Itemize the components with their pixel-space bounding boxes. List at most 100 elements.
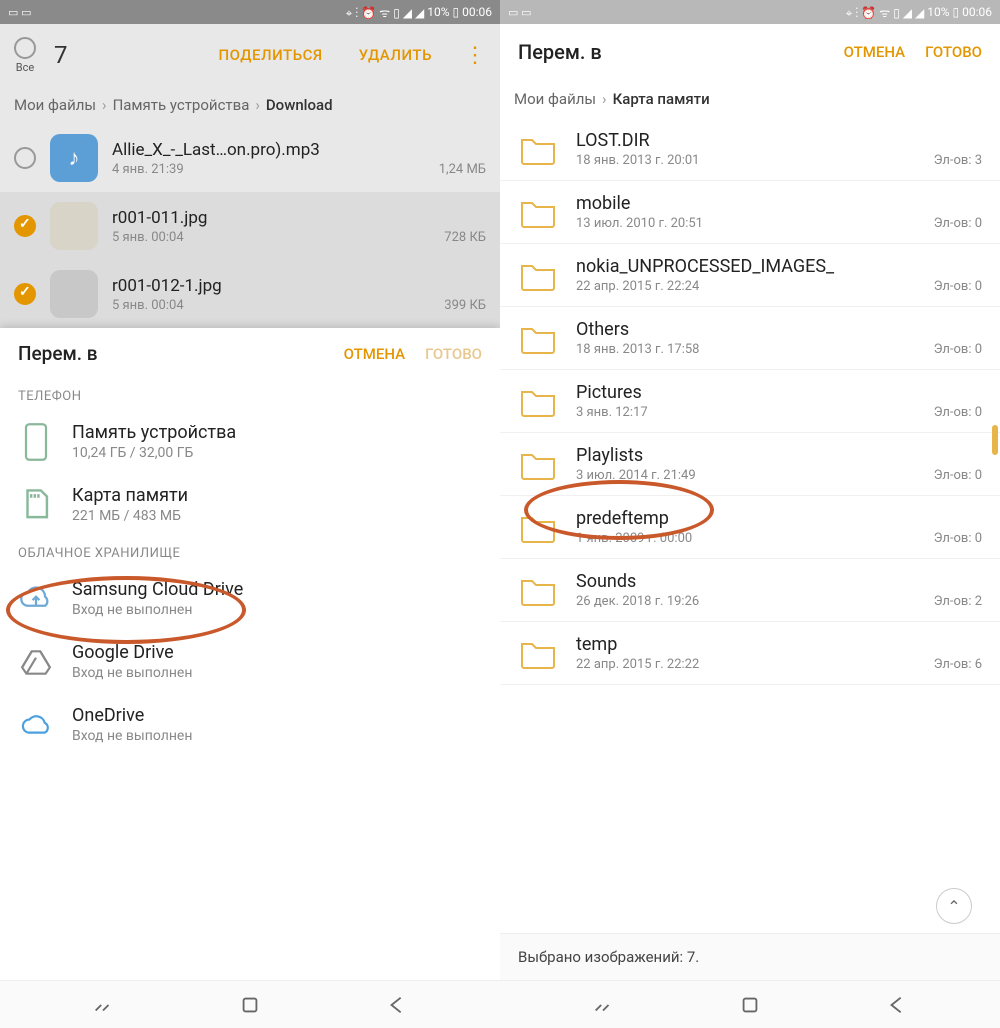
folder-row[interactable]: Pictures 3 янв. 12:17 Эл-ов: 0 — [500, 370, 1000, 433]
scroll-to-top-button[interactable]: ⌃ — [936, 888, 972, 924]
folder-row[interactable]: Sounds 26 дек. 2018 г. 19:26 Эл-ов: 2 — [500, 559, 1000, 622]
nav-back-icon[interactable] — [386, 994, 408, 1016]
selection-status: Выбрано изображений: 7. — [500, 933, 1000, 980]
file-row[interactable]: ♪ Allie_X_-_Last…on.pro).mp3 4 янв. 21:3… — [0, 124, 500, 192]
status-right-icons: ⌖ ⋮ ⏰ ᯤ ▯ ◢ ◢ — [346, 4, 425, 21]
storage-name: OneDrive — [72, 705, 482, 726]
storage-item[interactable]: Карта памяти 221 МБ / 483 МБ — [0, 473, 500, 536]
page-title: Перем. в — [518, 40, 602, 64]
status-left-icons: ▭ ▭ — [508, 6, 532, 19]
more-menu-icon[interactable]: ⋮ — [464, 43, 486, 68]
chevron-right-icon: › — [255, 96, 260, 114]
share-button[interactable]: ПОДЕЛИТЬСЯ — [219, 46, 323, 64]
file-checkbox[interactable] — [14, 147, 36, 169]
storage-item[interactable]: Google Drive Вход не выполнен — [0, 630, 500, 693]
folder-count: Эл-ов: 0 — [934, 279, 982, 294]
status-time: 00:06 — [962, 5, 992, 19]
folder-date: 26 дек. 2018 г. 19:26 — [576, 594, 699, 609]
status-right-icons: ⌖ ⋮ ⏰ ᯤ ▯ ◢ ◢ — [846, 4, 925, 21]
folder-date: 1 янв. 2009 г. 00:00 — [576, 531, 692, 546]
phone-left: ▭ ▭ ⌖ ⋮ ⏰ ᯤ ▯ ◢ ◢ 10% ▯ 00:06 Все 7 ПОДЕ… — [0, 0, 500, 1028]
scrollbar-thumb[interactable] — [992, 425, 998, 455]
folder-name: Sounds — [576, 571, 982, 592]
sd-icon — [18, 487, 54, 523]
nav-recent-icon[interactable] — [92, 994, 114, 1016]
folder-row[interactable]: predeftemp 1 янв. 2009 г. 00:00Эл-ов: 0 — [500, 496, 1000, 559]
cancel-button[interactable]: ОТМЕНА — [844, 43, 905, 61]
file-name: r001-011.jpg — [112, 208, 486, 228]
file-checkbox[interactable] — [14, 283, 36, 305]
breadcrumb-item-current: Карта памяти — [613, 90, 710, 108]
battery-percent: 10% — [427, 5, 449, 19]
folder-name: Playlists — [576, 445, 982, 466]
file-size: 1,24 МБ — [439, 162, 486, 177]
delete-button[interactable]: УДАЛИТЬ — [359, 46, 432, 64]
storage-subtitle: 221 МБ / 483 МБ — [72, 508, 482, 524]
file-checkbox[interactable] — [14, 215, 36, 237]
breadcrumb-item[interactable]: Мои файлы — [514, 90, 596, 108]
breadcrumb-item[interactable]: Мои файлы — [14, 96, 96, 114]
folder-count: Эл-ов: 0 — [934, 405, 982, 420]
section-header-phone: ТЕЛЕФОН — [0, 379, 500, 410]
storage-list: Память устройства 10,24 ГБ / 32,00 ГБ Ка… — [0, 410, 500, 536]
folder-date: 18 янв. 2013 г. 20:01 — [576, 153, 700, 168]
file-row[interactable]: r001-011.jpg 5 янв. 00:04728 КБ — [0, 192, 500, 260]
folder-count: Эл-ов: 0 — [934, 342, 982, 357]
folder-row[interactable]: mobile 13 июл. 2010 г. 20:51Эл-ов: 0 — [500, 181, 1000, 244]
folder-row[interactable]: Others 18 янв. 2013 г. 17:58Эл-ов: 0 — [500, 307, 1000, 370]
sheet-header: Перем. в ОТМЕНА ГОТОВО — [0, 328, 500, 379]
file-name: r001-012-1.jpg — [112, 276, 486, 296]
folder-row[interactable]: nokia_UNPROCESSED_IMAGES_ 22 апр. 2015 г… — [500, 244, 1000, 307]
breadcrumb-item[interactable]: Память устройства — [113, 96, 250, 114]
done-button[interactable]: ГОТОВО — [425, 345, 482, 363]
select-all-checkbox[interactable] — [14, 37, 36, 59]
folder-name: Pictures — [576, 382, 982, 403]
folder-date: 18 янв. 2013 г. 17:58 — [576, 342, 700, 357]
cancel-button[interactable]: ОТМЕНА — [344, 345, 405, 363]
file-list: ♪ Allie_X_-_Last…on.pro).mp3 4 янв. 21:3… — [0, 124, 500, 328]
storage-name: Samsung Cloud Drive — [72, 579, 482, 600]
nav-back-icon[interactable] — [886, 994, 908, 1016]
onedrive-icon — [18, 707, 54, 743]
status-left-icons: ▭ ▭ — [8, 6, 32, 19]
select-all[interactable]: Все — [14, 37, 36, 74]
storage-item[interactable]: Samsung Cloud Drive Вход не выполнен — [0, 567, 500, 630]
storage-item[interactable]: Память устройства 10,24 ГБ / 32,00 ГБ — [0, 410, 500, 473]
move-header: Перем. в ОТМЕНА ГОТОВО — [500, 24, 1000, 80]
nav-recent-icon[interactable] — [592, 994, 614, 1016]
battery-icon: ▯ — [953, 5, 960, 19]
folder-name: temp — [576, 634, 982, 655]
storage-item[interactable]: OneDrive Вход не выполнен — [0, 693, 500, 756]
chevron-right-icon: › — [102, 96, 107, 114]
folder-name: mobile — [576, 193, 982, 214]
breadcrumb: Мои файлы › Карта памяти — [500, 80, 1000, 118]
folder-row[interactable]: LOST.DIR 18 янв. 2013 г. 20:01Эл-ов: 3 — [500, 118, 1000, 181]
nav-home-icon[interactable] — [739, 994, 761, 1016]
battery-percent: 10% — [927, 5, 949, 19]
folder-name: nokia_UNPROCESSED_IMAGES_ — [576, 256, 982, 277]
folder-count: Эл-ов: 2 — [934, 594, 982, 609]
file-name: Allie_X_-_Last…on.pro).mp3 — [112, 140, 486, 160]
folder-count: Эл-ов: 6 — [934, 657, 982, 672]
folder-row[interactable]: Playlists 3 июл. 2014 г. 21:49Эл-ов: 0 — [500, 433, 1000, 496]
folder-icon — [518, 321, 558, 355]
breadcrumb: Мои файлы › Память устройства › Download — [0, 86, 500, 124]
file-info: r001-011.jpg 5 янв. 00:04728 КБ — [112, 208, 486, 245]
file-row[interactable]: r001-012-1.jpg 5 янв. 00:04399 КБ — [0, 260, 500, 328]
nav-bar — [500, 980, 1000, 1028]
status-bar: ▭ ▭ ⌖ ⋮ ⏰ ᯤ ▯ ◢ ◢ 10% ▯ 00:06 — [0, 0, 500, 24]
folder-row[interactable]: temp 22 апр. 2015 г. 22:22Эл-ов: 6 — [500, 622, 1000, 685]
nav-home-icon[interactable] — [239, 994, 261, 1016]
file-thumbnail: ♪ — [50, 134, 98, 182]
phone-right: ▭ ▭ ⌖ ⋮ ⏰ ᯤ ▯ ◢ ◢ 10% ▯ 00:06 Перем. в О… — [500, 0, 1000, 1028]
done-button[interactable]: ГОТОВО — [925, 43, 982, 61]
folder-icon — [518, 384, 558, 418]
status-time: 00:06 — [462, 5, 492, 19]
folder-date: 3 янв. 12:17 — [576, 405, 648, 420]
folder-icon — [518, 258, 558, 292]
chevron-right-icon: › — [602, 90, 607, 108]
file-size: 399 КБ — [444, 298, 486, 313]
storage-subtitle: 10,24 ГБ / 32,00 ГБ — [72, 445, 482, 461]
selection-count: 7 — [54, 41, 68, 69]
folder-icon — [518, 573, 558, 607]
